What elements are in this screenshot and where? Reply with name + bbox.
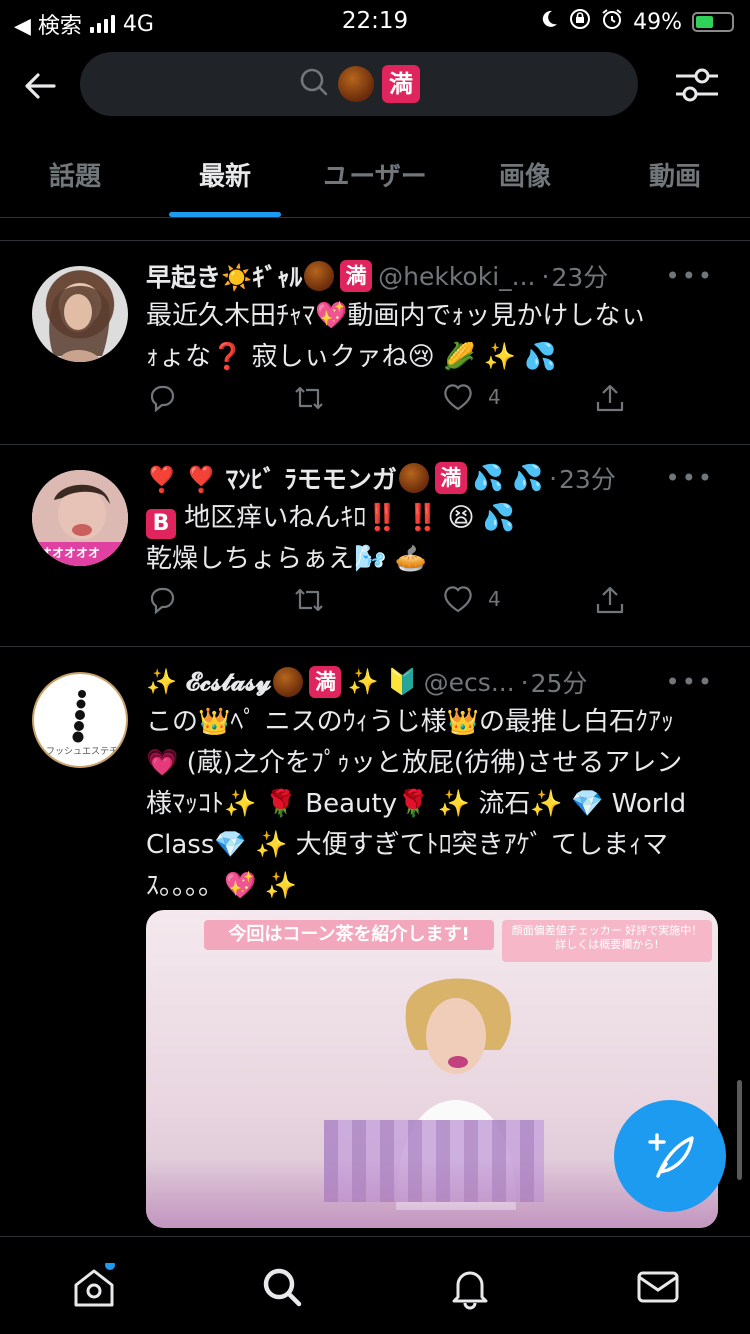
more-options-icon[interactable]: •••: [666, 668, 714, 696]
retweet-icon[interactable]: [292, 382, 326, 414]
back-arrow-icon[interactable]: [20, 66, 60, 106]
tab-videos[interactable]: 動画: [600, 140, 750, 217]
tweet-text: B 地区痒いねんｷﾛ‼️ ‼️ 😫 💦: [146, 498, 726, 539]
divider: [0, 646, 750, 647]
tweet-actions: 4: [146, 584, 626, 624]
like-button[interactable]: 4: [442, 382, 501, 412]
chestnut-icon: [398, 463, 429, 493]
reply-icon[interactable]: [146, 584, 178, 616]
moon-icon: [539, 9, 559, 35]
tab-latest[interactable]: 最新: [150, 140, 300, 217]
search-tabs: 話題 最新 ユーザー 画像 動画: [0, 140, 750, 218]
bottom-nav: [0, 1236, 750, 1334]
avatar[interactable]: [32, 266, 128, 362]
timestamp[interactable]: 25分: [531, 664, 588, 700]
display-name[interactable]: ❣️ ❣️ ﾏﾝﾋﾞ ﾗモモンガ: [146, 460, 397, 496]
divider: [0, 240, 750, 241]
search-input[interactable]: 満: [80, 52, 638, 116]
user-handle[interactable]: @ecs...: [424, 668, 515, 697]
reply-icon[interactable]: [146, 382, 178, 414]
tweet-text-line: 乾燥しちょらぁえ🌬️ 🥧: [146, 544, 428, 574]
video-caption-banner: 今回はコーン茶を紹介します!: [204, 920, 494, 950]
tab-trending[interactable]: 話題: [0, 140, 150, 217]
tweet-actions: 4: [146, 382, 626, 422]
active-tab-indicator: [169, 212, 281, 217]
separator-dot: ·: [520, 667, 529, 697]
filter-settings-icon[interactable]: [674, 64, 720, 106]
heart-icon: [444, 586, 472, 613]
search-query-badge: 満: [382, 65, 420, 103]
heart-icon: [444, 384, 472, 411]
search-nav-icon[interactable]: [258, 1263, 306, 1311]
share-icon[interactable]: [594, 584, 626, 616]
search-icon: [298, 66, 330, 102]
avatar-caption: オオオオオ: [40, 546, 101, 560]
alarm-icon: [601, 8, 623, 36]
man-badge: 満: [309, 666, 342, 698]
like-count: 4: [488, 385, 501, 409]
man-badge: 満: [340, 260, 373, 292]
more-options-icon[interactable]: •••: [666, 464, 714, 492]
tab-images[interactable]: 画像: [450, 140, 600, 217]
status-bar: ◀ 検索 4G 22:19 49%: [0, 0, 750, 44]
b-badge: B: [146, 509, 176, 539]
tweet[interactable]: 早起き☀️ｷﾞｬﾙ 満 @hekkoki_... · 23分 ••• 最近久木田…: [0, 256, 750, 444]
avatar-caption: フッシュエステチッ: [46, 747, 119, 768]
share-icon[interactable]: [594, 382, 626, 414]
scrollbar[interactable]: [737, 1080, 742, 1180]
home-icon[interactable]: [70, 1260, 118, 1311]
name-emoji: ✨ 🔰: [347, 667, 418, 696]
tweet[interactable]: オオオオオ ❣️ ❣️ ﾏﾝﾋﾞ ﾗモモンガ 満 💦 💦 · 23分 ••• B…: [0, 458, 750, 646]
notifications-icon[interactable]: [446, 1263, 494, 1311]
display-name[interactable]: ✨ 𝓔𝓬𝓼𝓽𝓪𝓼𝔂: [146, 667, 271, 697]
like-button[interactable]: 4: [442, 584, 501, 614]
separator-dot: ·: [549, 463, 558, 493]
separator-dot: ·: [541, 261, 550, 291]
like-count: 4: [488, 587, 501, 611]
chestnut-icon: [273, 667, 304, 697]
tweet-text: 最近久木田ﾁｬﾏ💖動画内でｫッ見かけしなぃ ｫょな❓ 寂しぃクァね😢 🌽 ✨ 💦: [146, 301, 647, 372]
avatar[interactable]: フッシュエステチッ: [32, 672, 128, 768]
divider: [0, 444, 750, 445]
battery-icon: [692, 12, 734, 32]
user-handle[interactable]: @hekkoki_...: [378, 262, 535, 291]
name-emoji: 💦 💦: [472, 463, 544, 492]
avatar[interactable]: オオオオオ: [32, 470, 128, 566]
rotation-lock-icon: [569, 8, 591, 36]
chestnut-icon: [338, 66, 374, 102]
timestamp[interactable]: 23分: [559, 460, 616, 496]
chestnut-icon: [304, 261, 335, 291]
retweet-icon[interactable]: [292, 584, 326, 616]
compose-tweet-button[interactable]: [614, 1100, 726, 1212]
top-bar: 満: [0, 50, 750, 122]
battery-percent: 49%: [633, 9, 682, 35]
timestamp[interactable]: 23分: [551, 258, 608, 294]
messages-icon[interactable]: [634, 1263, 682, 1311]
feather-plus-icon: [648, 1133, 694, 1178]
tweet-text: この👑ﾍﾟ ニスのｳｨうじ様👑の最推し白石ｸｱｯ 💗 (蔵)之介をﾌﾟｩッと放屁…: [146, 707, 687, 901]
tab-users[interactable]: ユーザー: [300, 140, 450, 217]
display-name[interactable]: 早起き☀️ｷﾞｬﾙ: [146, 258, 302, 294]
man-badge: 満: [434, 462, 467, 494]
more-options-icon[interactable]: •••: [666, 262, 714, 290]
